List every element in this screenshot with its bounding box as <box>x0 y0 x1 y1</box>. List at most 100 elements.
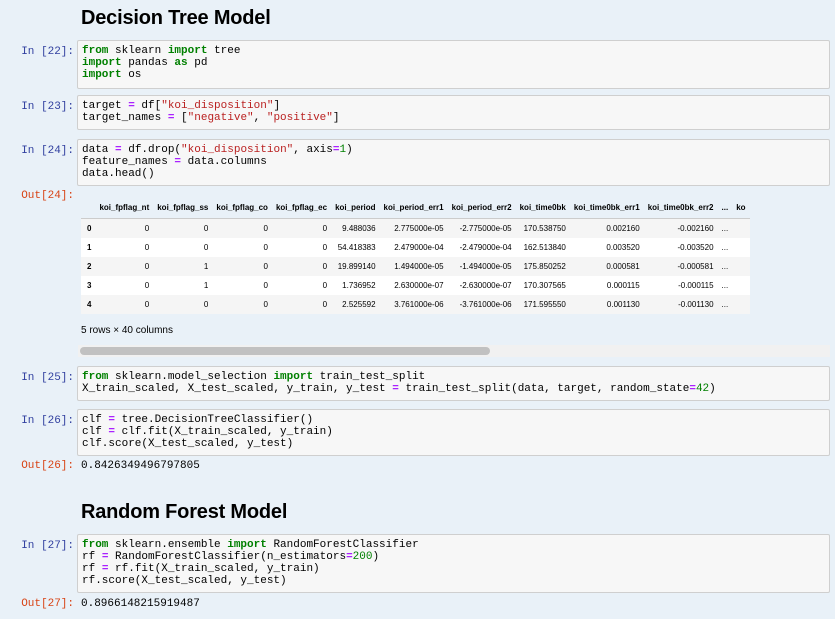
table-cell: 2.525592 <box>342 300 376 309</box>
row-index: 3 <box>87 281 92 290</box>
column-header: koi_period <box>331 196 380 219</box>
column-header: koi_time0bk_err1 <box>569 196 644 219</box>
row-index: 2 <box>87 262 92 271</box>
table-cell: 0.000115 <box>606 281 640 290</box>
table-cell: 1.494000e-05 <box>394 262 444 271</box>
table-cell: 0 <box>144 300 150 309</box>
row-index: 1 <box>87 243 92 252</box>
table-cell: ... <box>721 224 729 233</box>
code-line: from sklearn.ensemble import RandomFores… <box>82 539 419 551</box>
dataframe-output: koi_fpflag_nt koi_fpflag_ss koi_fpflag_co k… <box>81 196 835 316</box>
table-row: 4 0 0 0 0 2.525592 3.761000e-06 -3.761000e-06 17… <box>81 295 750 314</box>
table-cell: -0.000581 <box>677 262 714 271</box>
table-cell: 0.002160 <box>606 224 640 233</box>
column-header: ko <box>732 196 750 219</box>
table-cell: 2.479000e-04 <box>394 243 444 252</box>
code-cell-25[interactable]: from sklearn.model_selection import trai… <box>77 366 830 401</box>
cell-23-prompt: In [23]: <box>21 101 74 113</box>
column-header: koi_fpflag_nt <box>95 196 154 219</box>
dataframe-summary: 5 rows × 40 columns <box>81 325 173 336</box>
table-cell: 0 <box>263 300 268 309</box>
table-cell: -1.494000e-05 <box>459 262 512 271</box>
table-cell: -0.003520 <box>677 243 714 252</box>
table-row: 3 0 1 0 0 1.736952 2.630000e-07 -2.630000e-07 17… <box>81 276 750 295</box>
out-27-prompt: Out[27]: <box>21 598 74 610</box>
table-cell <box>732 257 749 276</box>
table-cell: 0.001130 <box>606 300 640 309</box>
code-line: from sklearn import tree <box>82 45 241 57</box>
table-cell: 170.538750 <box>523 224 566 233</box>
table-cell: 0 <box>203 243 209 252</box>
code-cell-22[interactable]: from sklearn import tree import pandas a… <box>77 40 830 89</box>
table-cell: -3.761000e-06 <box>459 300 512 309</box>
dataframe-table: koi_fpflag_nt koi_fpflag_ss koi_fpflag_co k… <box>81 196 750 314</box>
horizontal-scrollbar[interactable] <box>78 345 830 357</box>
code-line: target_names = ["negative", "positive"] <box>82 112 340 124</box>
code-cell-27[interactable]: from sklearn.ensemble import RandomFores… <box>77 534 830 593</box>
code-line: clf = tree.DecisionTreeClassifier() <box>82 414 314 426</box>
table-cell: 0 <box>203 300 209 309</box>
table-cell: -2.775000e-05 <box>459 224 512 233</box>
dataframe-header-row: koi_fpflag_nt koi_fpflag_ss koi_fpflag_co k… <box>81 196 750 219</box>
column-header: koi_fpflag_ec <box>271 196 332 219</box>
scrollbar-thumb[interactable] <box>80 347 490 355</box>
code-line: X_train_scaled, X_test_scaled, y_train, … <box>82 383 716 395</box>
code-line: rf.score(X_test_scaled, y_test) <box>82 575 287 587</box>
table-cell: -0.002160 <box>677 224 714 233</box>
table-cell <box>732 238 749 257</box>
table-row: 2 0 1 0 0 19.899140 1.494000e-05 -1.494000e-05 1… <box>81 257 750 276</box>
code-cell-23[interactable]: target = df["koi_disposition"] target_na… <box>77 95 830 130</box>
table-cell <box>732 295 749 314</box>
table-cell: 19.899140 <box>337 262 376 271</box>
table-cell: ... <box>721 300 729 309</box>
code-line: target = df["koi_disposition"] <box>82 100 281 112</box>
table-cell: 175.850252 <box>523 262 566 271</box>
code-cell-24[interactable]: data = df.drop("koi_disposition", axis=1… <box>77 139 830 186</box>
table-cell: 0 <box>322 262 328 271</box>
table-cell: 2.775000e-05 <box>394 224 444 233</box>
table-cell: 1 <box>203 281 209 290</box>
table-cell: 0 <box>263 262 268 271</box>
table-cell: 0 <box>144 262 150 271</box>
column-header: koi_time0bk_err2 <box>643 196 718 219</box>
index-header <box>81 196 96 219</box>
column-header: koi_fpflag_co <box>212 196 272 219</box>
table-cell: 0 <box>322 224 328 233</box>
table-cell: 162.513840 <box>523 243 566 252</box>
table-cell: 0.003520 <box>606 243 640 252</box>
cell-22-prompt: In [22]: <box>21 46 74 58</box>
table-cell: 2.630000e-07 <box>394 281 444 290</box>
table-cell: 3.761000e-06 <box>394 300 444 309</box>
code-line: clf = clf.fit(X_train_scaled, y_train) <box>82 426 333 438</box>
row-index: 0 <box>87 224 92 233</box>
table-cell: 170.307565 <box>523 281 566 290</box>
table-cell: ... <box>721 262 729 271</box>
table-cell <box>732 276 749 295</box>
table-cell: -2.630000e-07 <box>459 281 512 290</box>
cell-24-prompt: In [24]: <box>21 145 74 157</box>
decision-tree-heading: Decision Tree Model <box>81 7 271 29</box>
table-row: 0 0 0 0 0 9.488036 2.775000e-05 -2.775000e-05 17… <box>81 218 750 239</box>
table-cell: 9.488036 <box>342 224 376 233</box>
table-cell: 0 <box>322 281 328 290</box>
table-cell: -2.479000e-04 <box>459 243 512 252</box>
table-cell: 171.595550 <box>523 300 566 309</box>
table-cell: 0 <box>322 243 328 252</box>
table-row: 1 0 0 0 0 54.418383 2.479000e-04 -2.479000e-04 1… <box>81 238 750 257</box>
table-cell: 1 <box>203 262 209 271</box>
column-header: koi_fpflag_ss <box>153 196 213 219</box>
column-header: koi_period_err1 <box>379 196 448 219</box>
code-line: rf = RandomForestClassifier(n_estimators… <box>82 551 380 563</box>
table-cell: 0 <box>203 224 209 233</box>
cell-26-prompt: In [26]: <box>21 415 74 427</box>
table-cell: 0 <box>263 243 268 252</box>
code-cell-26[interactable]: clf = tree.DecisionTreeClassifier() clf … <box>77 409 830 456</box>
table-cell <box>732 219 749 239</box>
table-cell: 0.000581 <box>606 262 640 271</box>
random-forest-heading: Random Forest Model <box>81 501 288 523</box>
table-cell: ... <box>721 243 729 252</box>
cell-25-prompt: In [25]: <box>21 372 74 384</box>
table-cell: -0.001130 <box>678 300 714 309</box>
code-line: rf = rf.fit(X_train_scaled, y_train) <box>82 563 320 575</box>
table-cell: -0.000115 <box>678 281 714 290</box>
